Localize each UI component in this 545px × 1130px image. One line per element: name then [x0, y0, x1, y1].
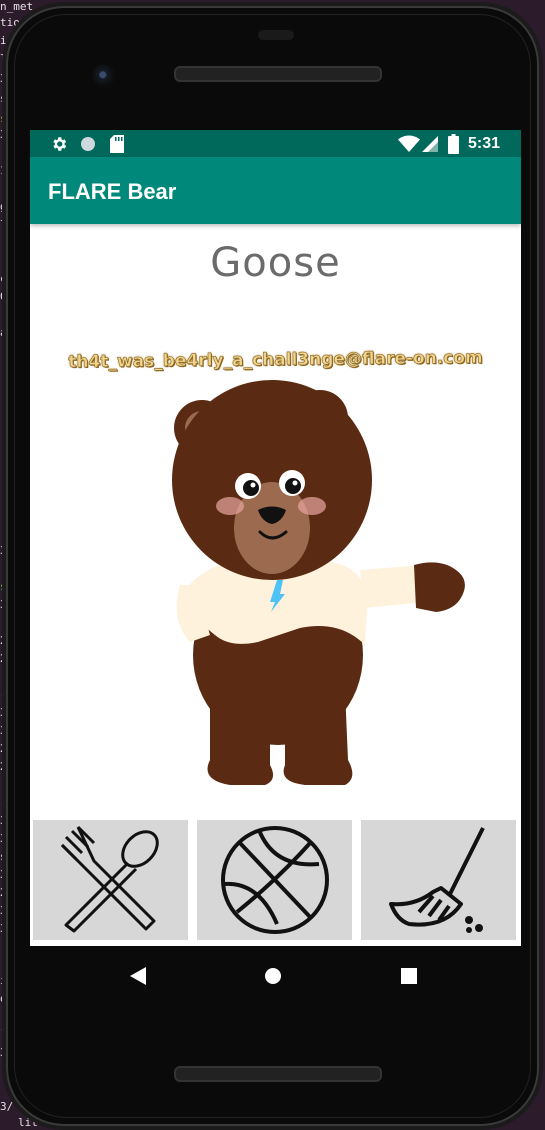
back-icon [130, 967, 146, 985]
bear-name: Goose [210, 240, 341, 286]
broom-icon [388, 827, 485, 933]
navigation-bar [0, 946, 545, 1006]
circle-icon [80, 130, 96, 157]
feed-button[interactable] [33, 820, 188, 940]
earpiece-speaker [174, 66, 382, 82]
action-bar [30, 820, 521, 940]
wifi-icon [398, 130, 420, 157]
home-icon [265, 968, 281, 984]
basketball-icon [220, 826, 329, 934]
top-sensor-slot [258, 30, 294, 40]
status-bar: 5:31 [30, 130, 521, 157]
terminal-line: n_met [0, 0, 34, 13]
app-title: FLARE Bear [48, 179, 177, 204]
back-button[interactable] [118, 946, 158, 1006]
status-time: 5:31 [468, 134, 501, 152]
sd-card-icon [110, 130, 124, 157]
terminal-line: tio [0, 16, 20, 29]
recents-icon [401, 968, 417, 984]
signal-icon [422, 130, 438, 157]
terminal-line: i [0, 34, 7, 47]
flag-text: th4t_was_be4rly_a_chall3nge@flare-on.com [68, 347, 483, 373]
bear-illustration[interactable] [30, 380, 521, 800]
front-camera [92, 64, 116, 88]
terminal-line: 3/ [0, 1100, 14, 1113]
fork-spoon-icon [60, 825, 159, 933]
home-button[interactable] [253, 946, 293, 1006]
battery-icon [448, 130, 459, 157]
play-button[interactable] [197, 820, 352, 940]
clean-button[interactable] [361, 820, 516, 940]
bottom-speaker [174, 1066, 382, 1082]
recents-button[interactable] [389, 946, 429, 1006]
app-screen: 5:31 FLARE Bear Goose th4t_was_be4rly_a_… [30, 130, 521, 946]
settings-icon [50, 130, 68, 157]
app-bar: FLARE Bear [30, 157, 521, 224]
